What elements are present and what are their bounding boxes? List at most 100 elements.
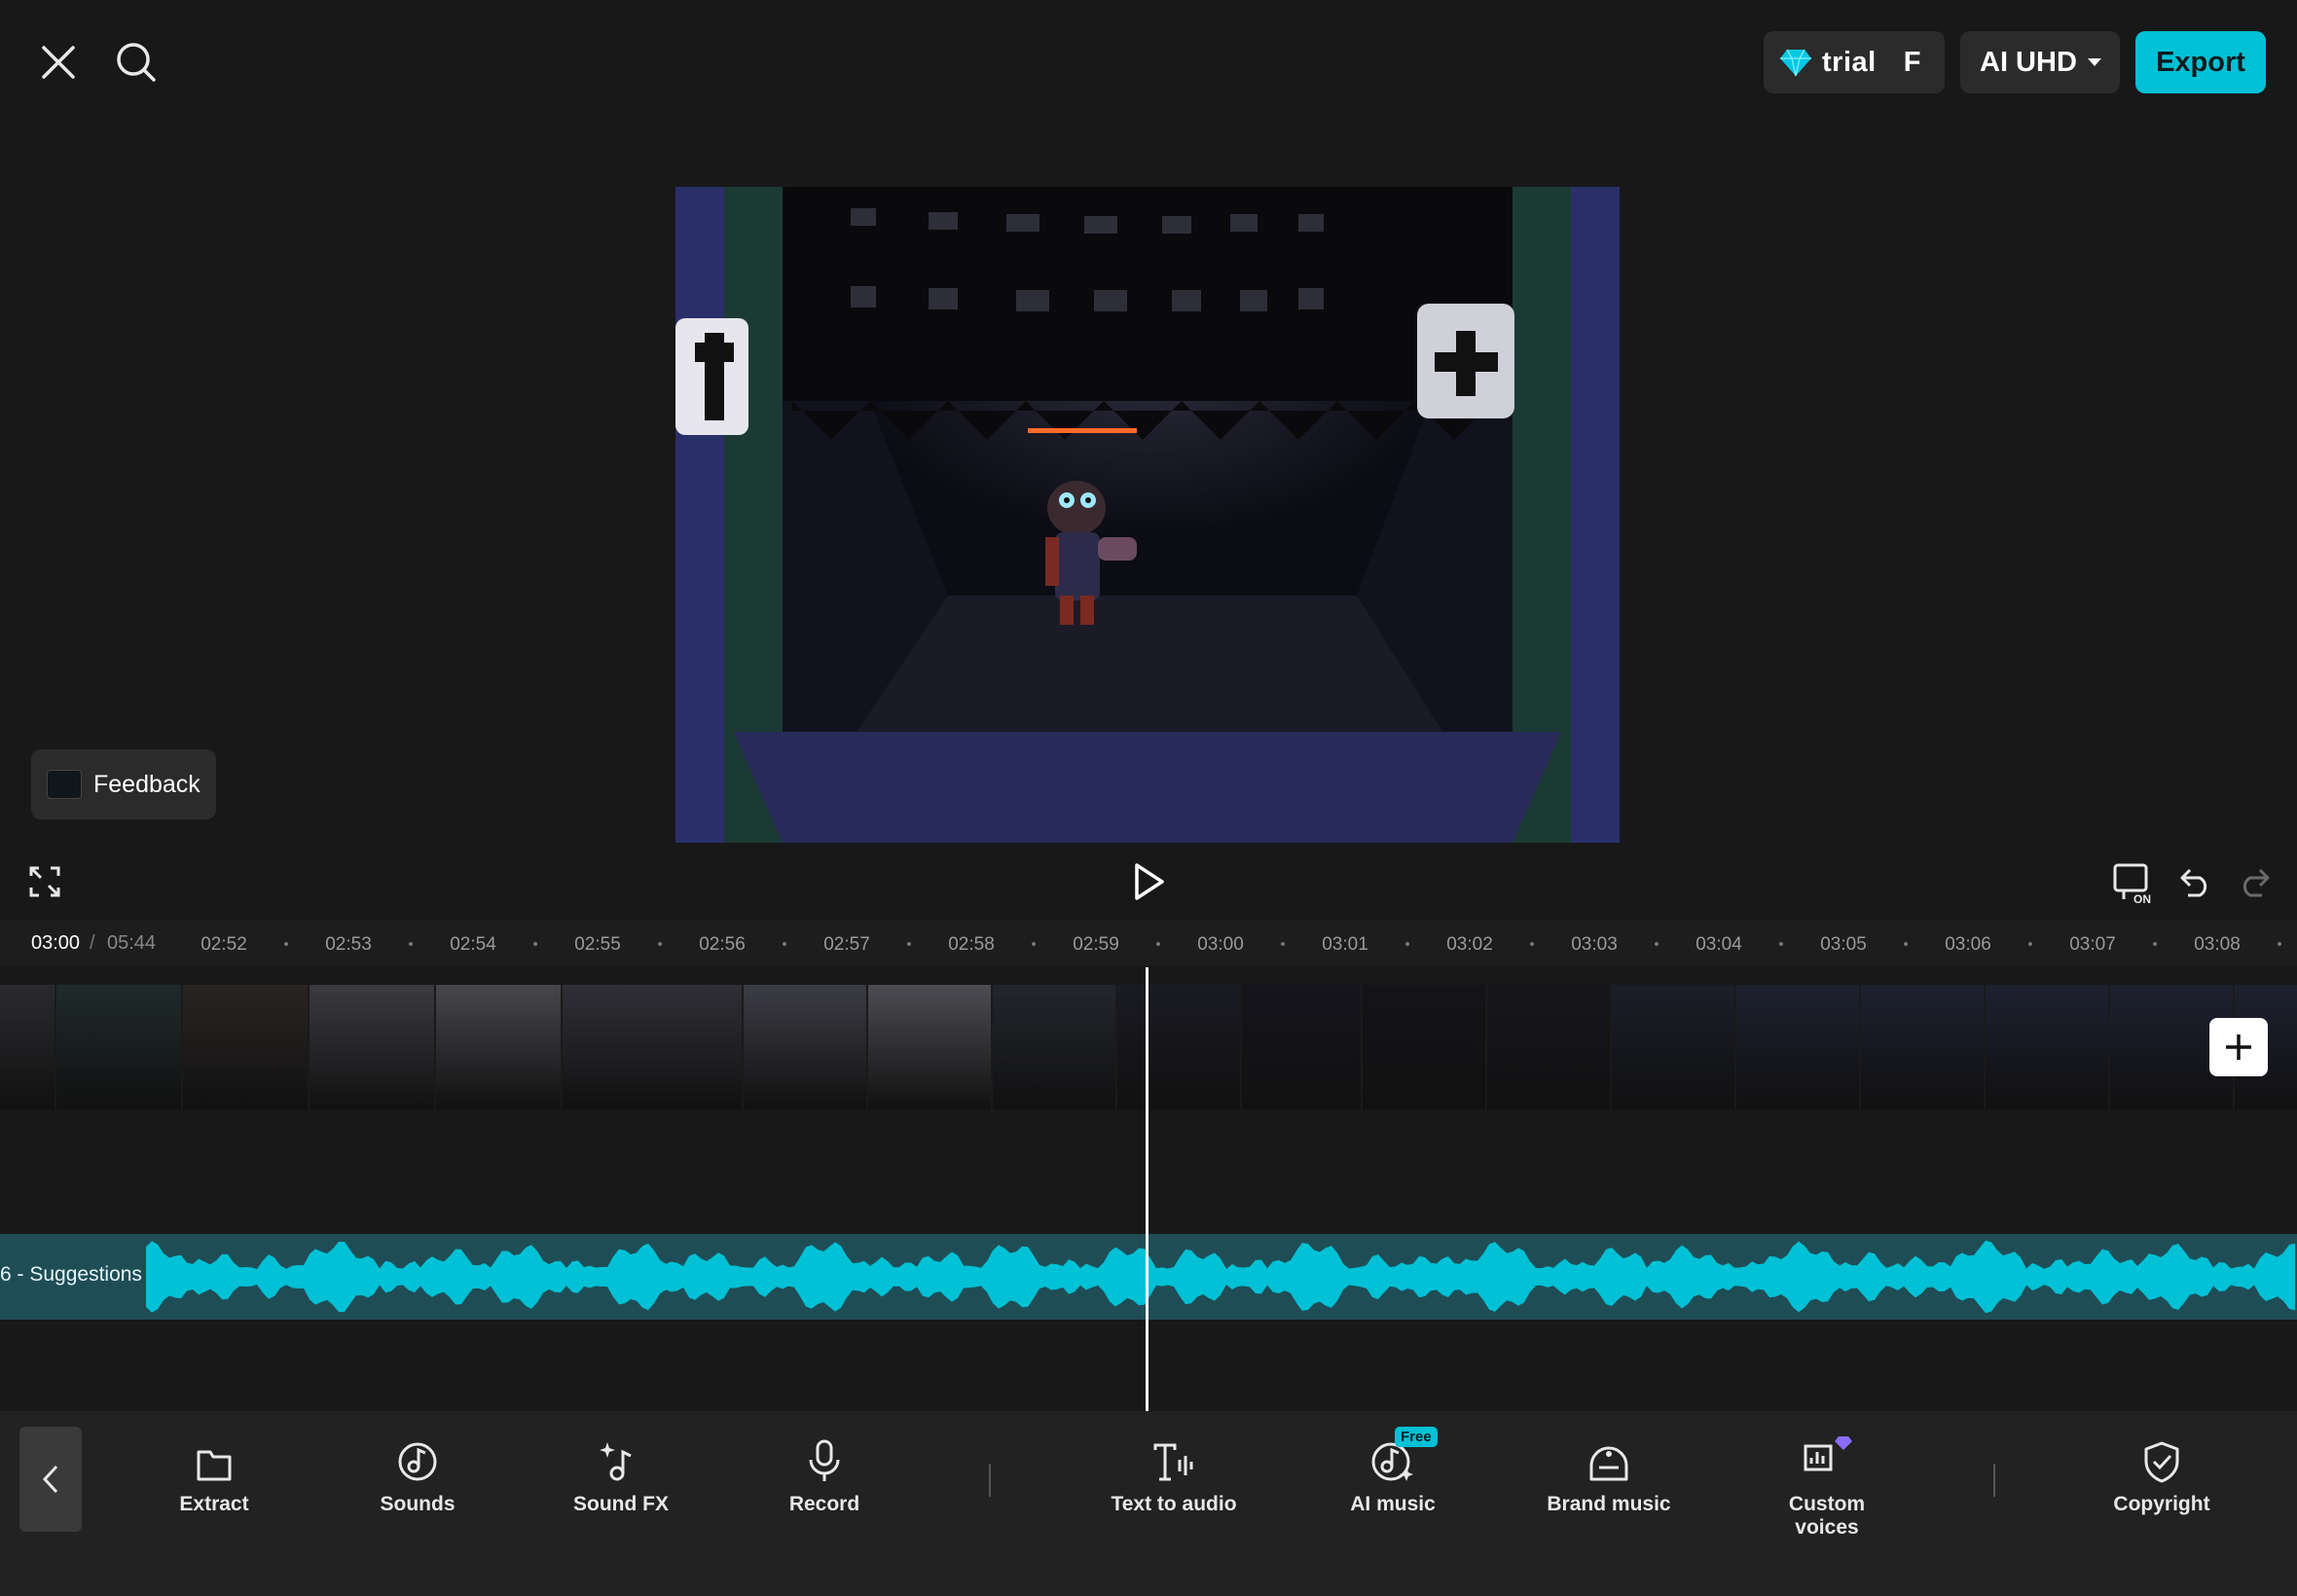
playhead[interactable] <box>1146 967 1148 1411</box>
current-time: 03:00 <box>31 932 81 954</box>
ruler-tick-dot <box>1655 942 1659 946</box>
ruler-tick-dot <box>783 942 786 946</box>
search-button[interactable] <box>111 37 162 88</box>
ruler-tick-label: 02:59 <box>1073 934 1119 955</box>
custom-voices-label: Custom voices <box>1788 1493 1866 1540</box>
video-frame-thumbnail <box>993 985 1117 1109</box>
plus-icon <box>2226 1034 2251 1060</box>
redo-icon <box>2242 868 2270 897</box>
video-frame-thumbnail <box>183 985 310 1109</box>
brand-music-label: Brand music <box>1547 1493 1671 1515</box>
sound-fx-label: Sound FX <box>573 1493 669 1515</box>
timeline-ruler[interactable]: 03:00 / 05:44 02:52 02:53 02:54 02:55 02:56 0… <box>0 921 2297 965</box>
video-frame-thumbnail <box>744 985 868 1109</box>
ruler-tick-dot <box>658 942 662 946</box>
ruler-tick-dot <box>2278 942 2281 946</box>
audio-toolbar: Extract Sounds Sound FX Record Text to a… <box>0 1411 2297 1596</box>
trial-label: trial <box>1822 46 1877 78</box>
extract-button[interactable]: Extract <box>136 1434 292 1516</box>
export-button[interactable]: Export <box>2135 31 2266 93</box>
ruler-tick-dot <box>1904 942 1908 946</box>
play-button[interactable] <box>1129 860 1168 903</box>
copyright-label: Copyright <box>2113 1493 2210 1515</box>
caret-down-icon <box>2087 58 2101 66</box>
extract-label: Extract <box>179 1493 249 1515</box>
folder-icon <box>195 1434 234 1483</box>
video-frame-thumbnail <box>0 985 56 1109</box>
music-disc-icon <box>396 1434 439 1483</box>
ruler-tick-label: 02:52 <box>201 934 247 955</box>
ruler-tick-dot <box>2028 942 2032 946</box>
sounds-label: Sounds <box>380 1493 456 1515</box>
ai-music-button[interactable]: Free AI music <box>1315 1427 1471 1516</box>
time-separator: / <box>90 932 95 954</box>
video-frame-thumbnail <box>56 985 183 1109</box>
ruler-tick-label: 03:01 <box>1322 934 1368 955</box>
quality-dropdown[interactable]: AI UHD <box>1960 31 2120 93</box>
fullscreen-icon <box>29 866 60 897</box>
record-button[interactable]: Record <box>747 1434 902 1516</box>
trial-button[interactable]: trial F <box>1764 31 1945 93</box>
brand-music-button[interactable]: Brand music <box>1531 1434 1687 1516</box>
ruler-tick-label: 03:00 <box>1197 934 1244 955</box>
ruler-tick-dot <box>409 942 413 946</box>
ruler-tick-dot <box>1281 942 1285 946</box>
microphone-icon <box>805 1434 844 1483</box>
video-frame-thumbnail <box>1612 985 1736 1109</box>
video-track[interactable] <box>0 985 2297 1109</box>
total-duration: 05:44 <box>107 932 157 954</box>
ruler-tick-dot <box>1156 942 1160 946</box>
shield-check-icon <box>2143 1434 2180 1483</box>
ai-music-icon: Free <box>1369 1427 1438 1483</box>
redo-button[interactable] <box>2237 864 2272 899</box>
ruler-tick-label: 02:53 <box>325 934 372 955</box>
record-label: Record <box>788 1493 860 1515</box>
custom-voices-button[interactable]: Custom voices <box>1749 1434 1905 1540</box>
ruler-tick-dot <box>1530 942 1534 946</box>
ruler-tick-label: 03:03 <box>1571 934 1618 955</box>
waveform-shape <box>146 1240 2295 1314</box>
video-frame-thumbnail <box>436 985 563 1109</box>
ruler-tick-label: 02:58 <box>948 934 995 955</box>
feedback-label: Feedback <box>93 770 201 798</box>
quality-label: AI UHD <box>1980 46 2077 78</box>
preview-frame-image <box>675 187 1620 843</box>
add-clip-button[interactable] <box>2209 1018 2268 1076</box>
ruler-tick-label: 03:07 <box>2069 934 2116 955</box>
ruler-tick-dot <box>907 942 911 946</box>
fullscreen-button[interactable] <box>27 864 62 899</box>
video-preview[interactable] <box>675 187 1620 843</box>
video-frame-thumbnail <box>310 985 436 1109</box>
feedback-button[interactable]: Feedback <box>31 749 216 819</box>
ruler-tick-label: 03:04 <box>1695 934 1742 955</box>
search-icon <box>117 43 156 82</box>
ruler-tick-dot <box>284 942 288 946</box>
sounds-button[interactable]: Sounds <box>340 1434 495 1516</box>
close-button[interactable] <box>35 39 82 86</box>
ruler-tick-dot <box>1405 942 1409 946</box>
video-frame-thumbnail <box>1242 985 1363 1109</box>
audio-waveform <box>146 1240 2295 1314</box>
video-frame-thumbnail <box>868 985 993 1109</box>
sound-fx-button[interactable]: Sound FX <box>543 1434 699 1516</box>
copyright-button[interactable]: Copyright <box>2084 1434 2240 1516</box>
ruler-tick-label: 02:55 <box>574 934 621 955</box>
chevron-left-icon <box>42 1465 58 1494</box>
compare-toggle-button[interactable]: ON <box>2112 862 2157 906</box>
text-audio-icon <box>1152 1434 1195 1483</box>
ruler-tick-label: 02:57 <box>823 934 870 955</box>
undo-button[interactable] <box>2178 864 2213 899</box>
close-icon <box>42 46 75 79</box>
svg-text:ON: ON <box>2133 892 2151 905</box>
back-button[interactable] <box>19 1427 82 1532</box>
audio-track[interactable] <box>0 1234 2297 1320</box>
ruler-tick-label: 02:56 <box>699 934 746 955</box>
video-frame-thumbnail <box>563 985 744 1109</box>
toolbar-divider <box>1993 1464 1995 1497</box>
brand-music-icon <box>1587 1434 1630 1483</box>
sparkle-note-icon <box>600 1434 642 1483</box>
video-frame-thumbnail <box>1861 985 1986 1109</box>
ruler-tick-label: 03:08 <box>2194 934 2241 955</box>
text-to-audio-button[interactable]: Text to audio <box>1096 1434 1252 1516</box>
video-frame-thumbnail <box>1487 985 1612 1109</box>
